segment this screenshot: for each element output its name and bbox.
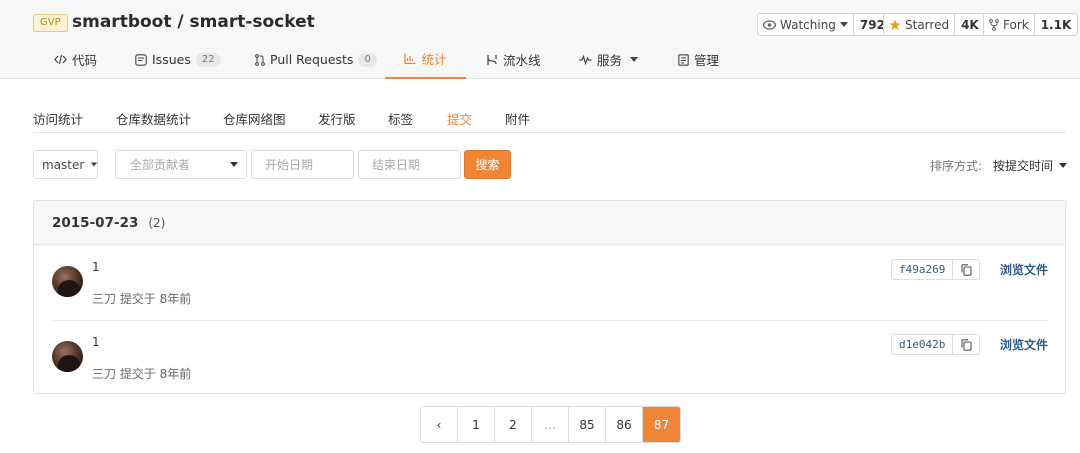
tab-issues-label: Issues — [152, 52, 191, 67]
sort-select-value: 按提交时间 — [993, 159, 1054, 173]
pull-request-icon — [255, 53, 265, 66]
commit-group: 2015-07-23 (2) 1 三刀 提交于 8年前 f49a269 浏览文件… — [33, 200, 1066, 394]
start-date-placeholder: 开始日期 — [265, 158, 314, 172]
commit-message[interactable]: 1 — [92, 260, 100, 274]
repo-header: GVP smartboot / smart-socket Watching 79… — [0, 0, 1080, 79]
tab-pull-requests-label: Pull Requests — [270, 52, 354, 67]
commit-sha-box: f49a269 — [891, 259, 981, 280]
search-button[interactable]: 搜索 — [464, 150, 511, 179]
subtab-network[interactable]: 仓库网络图 — [223, 109, 286, 128]
chevron-down-icon — [839, 22, 848, 27]
copy-button[interactable] — [953, 260, 979, 279]
tab-stats[interactable]: 统计 — [385, 40, 466, 79]
code-icon — [54, 54, 67, 65]
sort-label: 排序方式: — [930, 159, 983, 173]
tab-manage-label: 管理 — [694, 53, 720, 68]
subtab-tags[interactable]: 标签 — [388, 109, 413, 128]
tab-code-label: 代码 — [72, 53, 98, 68]
pull-requests-count-badge: 0 — [358, 52, 377, 67]
subtab-repo-data[interactable]: 仓库数据统计 — [116, 109, 191, 128]
chevron-down-icon — [1059, 163, 1068, 168]
branch-select[interactable]: master — [33, 150, 98, 179]
page-ellipsis: ... — [532, 407, 569, 442]
commit-sha[interactable]: f49a269 — [892, 260, 954, 279]
tab-stats-label: 统计 — [421, 52, 447, 67]
stats-icon — [404, 53, 416, 64]
fork-count[interactable]: 1.1K — [1035, 14, 1078, 35]
contributor-select[interactable]: 全部贡献者 — [115, 150, 247, 179]
page-86-button[interactable]: 86 — [606, 407, 643, 442]
eye-icon — [763, 19, 776, 30]
tab-issues[interactable]: Issues 22 — [135, 40, 221, 79]
tab-services[interactable]: 服务 — [579, 40, 639, 79]
fork-icon — [989, 18, 999, 31]
start-date-input[interactable]: 开始日期 — [251, 150, 354, 179]
fork-button[interactable]: Fork 1.1K — [983, 13, 1079, 36]
star-button[interactable]: Starred 4K — [883, 13, 986, 36]
tab-pipeline-label: 流水线 — [503, 53, 541, 68]
manage-icon — [678, 53, 689, 66]
end-date-placeholder: 结束日期 — [372, 158, 421, 172]
subtab-releases[interactable]: 发行版 — [318, 109, 356, 128]
page-85-button[interactable]: 85 — [569, 407, 606, 442]
sort-select[interactable]: 按提交时间 — [993, 157, 1068, 174]
commit-meta: 三刀 提交于 8年前 — [92, 367, 192, 381]
avatar[interactable] — [52, 341, 83, 372]
subtab-commits[interactable]: 提交 — [447, 109, 472, 128]
pagination: ‹ 1 2 ... 85 86 87 — [420, 406, 681, 443]
page-1-button[interactable]: 1 — [458, 407, 495, 442]
commit-message[interactable]: 1 — [92, 335, 100, 349]
page-2-button[interactable]: 2 — [495, 407, 532, 442]
tab-code[interactable]: 代码 — [54, 40, 97, 79]
gvp-badge: GVP — [33, 14, 68, 32]
page-87-button[interactable]: 87 — [643, 407, 680, 442]
commit-row: 1 三刀 提交于 8年前 d1e042b 浏览文件 — [34, 320, 1065, 394]
branch-select-value: master — [42, 157, 85, 172]
copy-button[interactable] — [953, 335, 979, 354]
commit-count: (2) — [148, 215, 166, 230]
tab-manage[interactable]: 管理 — [678, 40, 719, 79]
subtab-attachments[interactable]: 附件 — [505, 109, 530, 128]
repo-title[interactable]: smartboot / smart-socket — [72, 12, 315, 32]
tab-services-label: 服务 — [597, 53, 623, 68]
end-date-input[interactable]: 结束日期 — [358, 150, 461, 179]
commit-meta: 三刀 提交于 8年前 — [92, 292, 192, 306]
browse-files-link[interactable]: 浏览文件 — [1000, 261, 1048, 278]
commit-sha-box: d1e042b — [891, 334, 981, 355]
star-icon — [889, 19, 901, 30]
commit-date: 2015-07-23 — [52, 214, 139, 231]
chevron-down-icon — [630, 57, 639, 62]
prev-page-button[interactable]: ‹ — [421, 407, 458, 442]
avatar[interactable] — [52, 266, 83, 297]
contributor-select-placeholder: 全部贡献者 — [130, 158, 191, 172]
commit-group-header: 2015-07-23 (2) — [34, 201, 1065, 245]
chevron-down-icon — [91, 162, 98, 167]
issues-count-badge: 22 — [195, 52, 221, 67]
commit-sha[interactable]: d1e042b — [892, 335, 954, 354]
commit-row: 1 三刀 提交于 8年前 f49a269 浏览文件 — [34, 245, 1065, 319]
repo-nav: 代码 Issues 22 Pull Requests 0 统计 流水线 服务 管… — [0, 40, 1080, 79]
issues-icon — [135, 53, 147, 66]
subtab-visits[interactable]: 访问统计 — [33, 109, 83, 128]
browse-files-link[interactable]: 浏览文件 — [1000, 336, 1048, 353]
watch-label: Watching — [780, 17, 836, 32]
star-count[interactable]: 4K — [955, 14, 985, 35]
fork-label: Fork — [1003, 17, 1029, 32]
tab-pipeline[interactable]: 流水线 — [486, 40, 541, 79]
pipeline-icon — [487, 54, 497, 65]
pulse-icon — [579, 54, 592, 65]
copy-icon — [961, 263, 972, 276]
star-label: Starred — [905, 17, 950, 32]
watch-button[interactable]: Watching 792 — [757, 13, 892, 36]
copy-icon — [961, 338, 972, 351]
stats-subnav: 访问统计 仓库数据统计 仓库网络图 发行版 标签 提交 附件 — [33, 100, 1066, 133]
tab-pull-requests[interactable]: Pull Requests 0 — [255, 40, 377, 79]
chevron-down-icon — [230, 162, 238, 167]
